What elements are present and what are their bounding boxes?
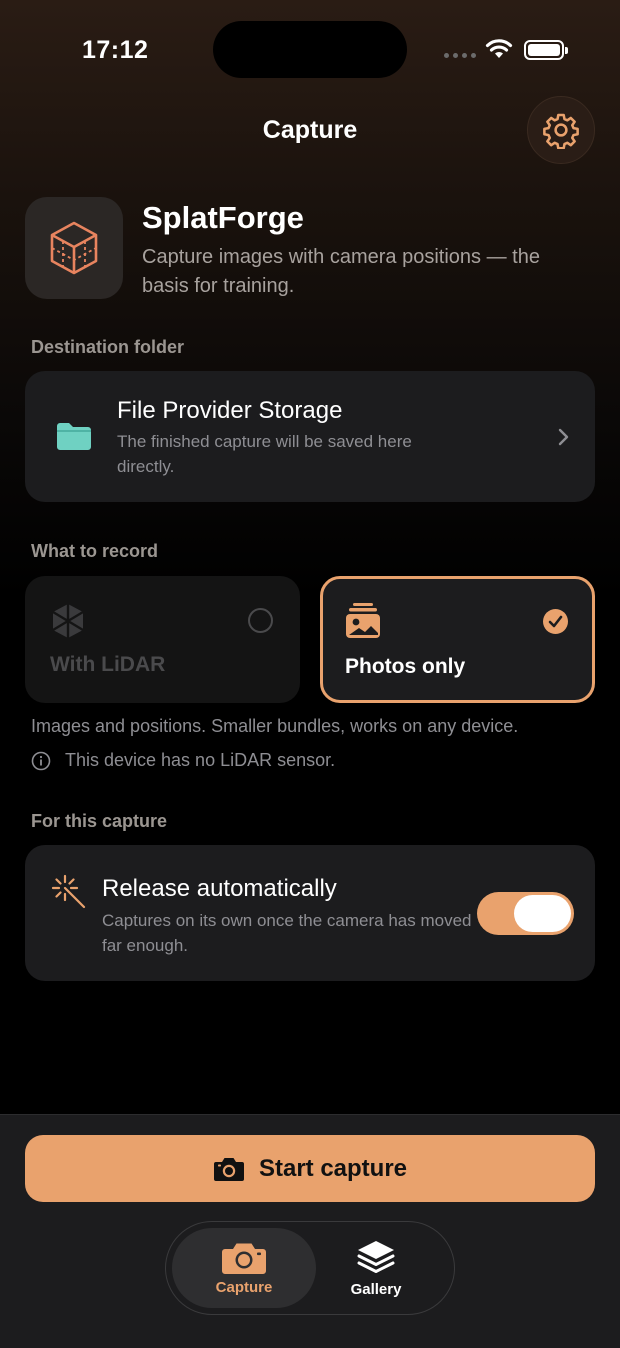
stack-icon (357, 1240, 395, 1273)
battery-icon (524, 40, 568, 60)
auto-release-description: Captures on its own once the camera has … (102, 911, 472, 955)
bottom-bar: Start capture Capture Gallery (0, 1114, 620, 1348)
destination-folder-title: File Provider Storage (117, 397, 343, 424)
lidar-notice: This device has no LiDAR sensor. (31, 750, 335, 771)
option-label: Photos only (345, 655, 466, 678)
gear-icon (543, 113, 579, 149)
tab-capture[interactable]: Capture (172, 1228, 316, 1308)
destination-folder-row[interactable]: File Provider Storage The finished captu… (25, 371, 595, 502)
start-capture-button[interactable]: Start capture (25, 1135, 595, 1202)
start-capture-label: Start capture (258, 1154, 408, 1182)
cellular-signal-icon (444, 53, 476, 58)
photo-stack-icon (346, 603, 380, 638)
destination-section-label: Destination folder (31, 337, 185, 357)
magic-wand-icon (51, 874, 86, 909)
lidar-notice-text: This device has no LiDAR sensor. (65, 750, 336, 770)
option-with-lidar[interactable]: With LiDAR (25, 576, 300, 703)
tab-bar: Capture Gallery (165, 1221, 455, 1315)
wifi-icon (485, 39, 513, 58)
radio-selected[interactable] (543, 609, 568, 634)
app-description: Capture images with camera positions — t… (142, 246, 540, 297)
destination-folder-description: The finished capture will be saved here … (117, 432, 412, 476)
auto-release-title: Release automatically (102, 875, 337, 902)
folder-icon (57, 423, 91, 450)
tab-gallery[interactable]: Gallery (304, 1228, 448, 1308)
status-time: 17:12 (82, 36, 149, 64)
auto-release-row: Release automatically Captures on its ow… (25, 845, 595, 981)
settings-button[interactable] (527, 96, 595, 164)
option-photos-only[interactable]: Photos only (320, 576, 595, 703)
app-name: SplatForge (142, 200, 304, 235)
tab-label: Gallery (350, 1280, 402, 1298)
dynamic-island (213, 21, 407, 78)
record-help-text: Images and positions. Smaller bundles, w… (31, 716, 519, 736)
capture-section-label: For this capture (31, 811, 168, 831)
lidar-icon (52, 604, 84, 638)
record-section-label: What to record (31, 541, 159, 561)
camera-icon (222, 1243, 266, 1274)
tab-label: Capture (215, 1278, 273, 1296)
auto-release-toggle[interactable] (477, 892, 574, 935)
toggle-knob (514, 895, 571, 932)
chevron-right-icon (558, 428, 569, 446)
info-icon (31, 751, 51, 770)
cube-icon (50, 221, 98, 275)
camera-icon (213, 1157, 244, 1181)
option-label: With LiDAR (50, 653, 166, 676)
radio-unselected[interactable] (248, 608, 273, 633)
checkmark-icon (548, 615, 563, 628)
app-logo (25, 197, 123, 299)
status-bar: 17:12 (0, 0, 620, 100)
